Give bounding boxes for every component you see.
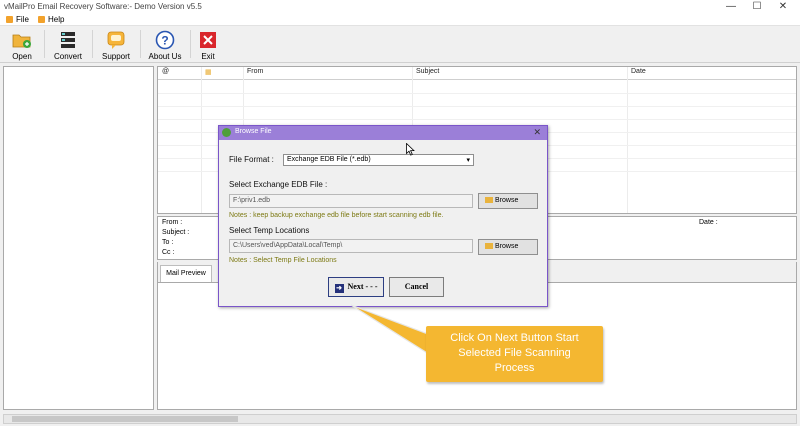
tab-mail-preview[interactable]: Mail Preview [160, 265, 212, 283]
help-menu-icon [38, 16, 45, 23]
toolbar-separator [140, 30, 141, 58]
mouse-cursor-icon [406, 143, 415, 156]
convert-icon [61, 32, 75, 48]
grid-row-line [158, 106, 796, 107]
edb-path-field[interactable]: F:\priv1.edb [229, 194, 473, 208]
window-title: vMailPro Email Recovery Software:- Demo … [4, 2, 202, 11]
col-attachment[interactable]: @ [162, 68, 169, 75]
horizontal-scrollbar[interactable] [3, 414, 797, 424]
grid-divider [627, 67, 628, 213]
grid-header: @ ▦ From Subject Date [158, 67, 796, 80]
temp-note: Notes : Select Temp File Locations [229, 257, 337, 264]
minimize-button[interactable]: — [718, 0, 744, 14]
edb-note: Notes : keep backup exchange edb file be… [229, 212, 444, 219]
callout-line-3: Process [494, 362, 535, 374]
convert-label: Convert [53, 52, 82, 61]
toolbar-separator [92, 30, 93, 58]
grid-divider [201, 67, 202, 213]
from-label: From : [162, 219, 183, 226]
file-format-label: File Format : [229, 155, 274, 164]
file-format-value: Exchange EDB File (*.edb) [287, 156, 371, 163]
edb-section-label: Select Exchange EDB File : [229, 180, 328, 189]
about-us-label: About Us [148, 52, 182, 61]
instruction-callout: Click On Next Button Start Selected File… [426, 326, 603, 382]
col-from[interactable]: From [247, 68, 263, 75]
browse-file-dialog: Browse File ✕ File Format : Exchange EDB… [218, 125, 548, 307]
folder-tree-pane[interactable] [3, 66, 154, 410]
menu-file[interactable]: File [6, 15, 29, 24]
scrollbar-thumb[interactable] [12, 416, 238, 422]
menu-help-label: Help [48, 15, 65, 24]
file-format-select[interactable]: Exchange EDB File (*.edb) ▾ [283, 154, 474, 166]
support-label: Support [101, 52, 131, 61]
subject-label: Subject : [162, 229, 190, 236]
date-label: Date : [699, 219, 718, 226]
open-label: Open [12, 52, 32, 61]
browse-label: Browse [495, 243, 519, 250]
dialog-title: Browse File [235, 128, 272, 135]
maximize-button[interactable]: ☐ [744, 0, 770, 14]
toolbar-separator [44, 30, 45, 58]
grid-row-line [158, 93, 796, 94]
browse-label: Browse [495, 197, 519, 204]
col-flag[interactable]: ▦ [205, 68, 212, 76]
arrow-right-icon: ➜ [334, 284, 344, 293]
temp-path-field[interactable]: C:\Users\ved\AppData\Local\Temp\ [229, 239, 473, 253]
callout-line-2: Selected File Scanning [458, 347, 571, 359]
exit-button[interactable]: Exit [194, 27, 222, 61]
next-label: Next - - - [347, 282, 378, 291]
temp-section-label: Select Temp Locations [229, 226, 310, 235]
chevron-down-icon: ▾ [466, 157, 470, 164]
menu-bar: File Help [0, 14, 800, 26]
col-date[interactable]: Date [631, 68, 646, 75]
menu-help[interactable]: Help [38, 15, 64, 24]
folder-icon [485, 243, 493, 249]
next-button[interactable]: ➜ Next - - - [328, 277, 384, 297]
open-folder-icon [12, 34, 31, 48]
support-button[interactable]: Support [96, 27, 136, 61]
exit-label: Exit [201, 52, 215, 61]
callout-text: Click On Next Button Start Selected File… [426, 331, 603, 376]
cancel-button[interactable]: Cancel [389, 277, 444, 297]
col-subject[interactable]: Subject [416, 68, 439, 75]
close-window-button[interactable]: ✕ [770, 0, 796, 14]
edb-browse-button[interactable]: Browse [478, 193, 538, 209]
about-us-button[interactable]: ? About Us [144, 27, 186, 61]
to-label: To : [162, 239, 174, 246]
dialog-app-icon [222, 128, 231, 137]
help-icon: ? [155, 30, 175, 50]
title-bar: vMailPro Email Recovery Software:- Demo … [0, 0, 800, 14]
dialog-title-bar: Browse File ✕ [219, 126, 547, 140]
temp-browse-button[interactable]: Browse [478, 239, 538, 255]
toolbar-separator [190, 30, 191, 58]
support-icon [107, 31, 125, 49]
open-button[interactable]: Open [4, 27, 40, 61]
svg-text:?: ? [161, 34, 168, 48]
convert-button[interactable]: Convert [48, 27, 88, 61]
file-menu-icon [6, 16, 13, 23]
callout-line-1: Click On Next Button Start [450, 332, 579, 344]
folder-icon [485, 197, 493, 203]
cc-label: Cc : [162, 249, 175, 256]
menu-file-label: File [16, 15, 29, 24]
exit-icon [200, 32, 216, 48]
grid-row-line [158, 119, 796, 120]
toolbar: Open Convert Support ? About Us Exit [0, 26, 800, 63]
dialog-close-icon[interactable]: ✕ [533, 127, 541, 138]
